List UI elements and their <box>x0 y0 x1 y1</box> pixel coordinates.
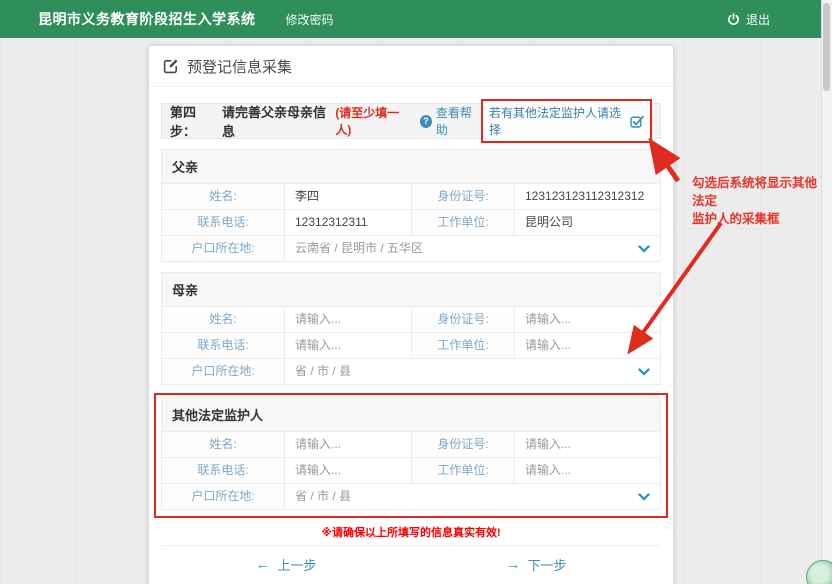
guardian-section-title: 其他法定监护人 <box>161 397 661 431</box>
wizard-nav-right: → 下一步 <box>411 546 661 582</box>
father-region-label: 户口所在地: <box>162 236 285 262</box>
guardian-name-input[interactable]: 请输入... <box>285 432 412 458</box>
guardian-name-label: 姓名: <box>162 432 285 458</box>
mother-section-title: 母亲 <box>161 272 661 306</box>
father-table: 姓名:李四身份证号:123123123112312312 联系电话:1231231… <box>161 183 661 262</box>
chevron-down-icon <box>638 245 650 253</box>
right-arrow-icon: → <box>505 556 520 573</box>
prev-step-button[interactable]: ← 上一步 <box>255 555 316 574</box>
father-section-title: 父亲 <box>161 149 661 183</box>
mother-employer-input[interactable]: 请输入... <box>515 333 661 359</box>
help-icon: ? <box>420 115 432 128</box>
change-password-link[interactable]: 修改密码 <box>286 11 334 28</box>
logout-label: 退出 <box>746 11 770 28</box>
chevron-down-icon <box>638 368 650 376</box>
mother-id-number-label: 身份证号: <box>412 307 515 333</box>
edit-icon <box>163 58 179 74</box>
checkbox-check-icon <box>630 114 644 129</box>
mother-name-label: 姓名: <box>162 307 285 333</box>
father-section: 父亲姓名:李四身份证号:123123123112312312 联系电话:12312… <box>161 149 661 262</box>
sections-container: 父亲姓名:李四身份证号:123123123112312312联系电话:12312… <box>161 149 661 518</box>
guardian-id-number-input[interactable]: 请输入... <box>515 432 661 458</box>
other-guardian-toggle[interactable]: 若有其他法定监护人请选择 <box>481 99 652 143</box>
guardian-region-select[interactable]: 省 / 市 / 县 <box>285 484 661 510</box>
mother-phone-input[interactable]: 请输入... <box>285 333 412 359</box>
father-name-label: 姓名: <box>162 184 285 210</box>
father-id-number-input[interactable]: 123123123112312312 <box>515 184 661 210</box>
guardian-employer-input[interactable]: 请输入... <box>515 458 661 484</box>
father-phone-label: 联系电话: <box>162 210 285 236</box>
mother-table: 姓名:请输入...身份证号:请输入...联系电话:请输入...工作单位:请输入.… <box>161 306 661 385</box>
mother-id-number-input[interactable]: 请输入... <box>515 307 661 333</box>
mother-name-input[interactable]: 请输入... <box>285 307 412 333</box>
left-arrow-icon: ← <box>255 556 270 573</box>
prev-step-label: 上一步 <box>277 555 316 574</box>
scrollbar <box>821 0 832 584</box>
father-region-value: 云南省 / 昆明市 / 五华区 <box>295 236 423 261</box>
step-number: 第四步： <box>170 102 219 140</box>
view-help-label: 查看帮助 <box>436 104 481 138</box>
validity-notice: ※请确保以上所填写的信息真实有效! <box>161 524 661 540</box>
page: 昆明市义务教育阶段招生入学系统 修改密码 退出 预登记信息采集 第四步： <box>0 0 832 584</box>
power-icon <box>727 13 740 26</box>
wizard-nav: ← 上一步 → 下一步 <box>161 545 661 582</box>
step-header: 第四步： 请完善父亲母亲信息 (请至少填一人) ? 查看帮助 若有其他法定监护人… <box>161 103 661 139</box>
view-help-link[interactable]: ? 查看帮助 <box>420 104 481 138</box>
annotation-callout-line2: 监护人的采集框 <box>692 210 828 228</box>
guardian-table: 姓名:请输入...身份证号:请输入...联系电话:请输入...工作单位:请输入.… <box>161 431 661 510</box>
guardian-employer-label: 工作单位: <box>412 458 515 484</box>
wizard-nav-left: ← 上一步 <box>161 546 411 582</box>
father-employer-input[interactable]: 昆明公司 <box>515 210 661 236</box>
mother-phone-label: 联系电话: <box>162 333 285 359</box>
mother-section: 母亲姓名:请输入...身份证号:请输入...联系电话:请输入...工作单位:请输… <box>161 272 661 385</box>
mother-region-label: 户口所在地: <box>162 359 285 385</box>
mother-region-value: 省 / 市 / 县 <box>295 359 351 384</box>
page-title: 预登记信息采集 <box>187 56 292 77</box>
other-guardian-toggle-label: 若有其他法定监护人请选择 <box>489 104 625 138</box>
step-note: (请至少填一人) <box>335 104 410 138</box>
guardian-section: 其他法定监护人姓名:请输入...身份证号:请输入...联系电话:请输入...工作… <box>154 393 668 518</box>
card-title-bar: 预登记信息采集 <box>149 46 673 87</box>
father-name-input[interactable]: 李四 <box>285 184 412 210</box>
next-step-label: 下一步 <box>527 555 566 574</box>
annotation-callout: 勾选后系统将显示其他法定 监护人的采集框 <box>692 174 828 228</box>
logout-button[interactable]: 退出 <box>727 11 770 28</box>
chevron-down-icon <box>638 493 650 501</box>
navbar: 昆明市义务教育阶段招生入学系统 修改密码 退出 <box>0 0 822 38</box>
floating-button[interactable] <box>806 560 832 584</box>
father-id-number-label: 身份证号: <box>412 184 515 210</box>
step-header-left: 第四步： 请完善父亲母亲信息 (请至少填一人) ? 查看帮助 <box>170 102 481 140</box>
guardian-region-value: 省 / 市 / 县 <box>295 484 351 509</box>
father-employer-label: 工作单位: <box>412 210 515 236</box>
mother-region-select[interactable]: 省 / 市 / 县 <box>285 359 661 385</box>
guardian-region-label: 户口所在地: <box>162 484 285 510</box>
annotation-callout-line1: 勾选后系统将显示其他法定 <box>692 174 828 210</box>
step-title: 请完善父亲母亲信息 <box>222 102 332 140</box>
card-body: 第四步： 请完善父亲母亲信息 (请至少填一人) ? 查看帮助 若有其他法定监护人… <box>149 87 673 584</box>
father-region-select[interactable]: 云南省 / 昆明市 / 五华区 <box>285 236 661 262</box>
navbar-brand[interactable]: 昆明市义务教育阶段招生入学系统 <box>38 9 256 29</box>
mother-employer-label: 工作单位: <box>412 333 515 359</box>
guardian-id-number-label: 身份证号: <box>412 432 515 458</box>
next-step-button[interactable]: → 下一步 <box>505 555 566 574</box>
guardian-phone-label: 联系电话: <box>162 458 285 484</box>
guardian-phone-input[interactable]: 请输入... <box>285 458 412 484</box>
father-phone-input[interactable]: 12312312311 <box>285 210 412 236</box>
scrollbar-thumb[interactable] <box>823 3 830 91</box>
registration-card: 预登记信息采集 第四步： 请完善父亲母亲信息 (请至少填一人) ? 查看帮助 若… <box>148 45 674 584</box>
